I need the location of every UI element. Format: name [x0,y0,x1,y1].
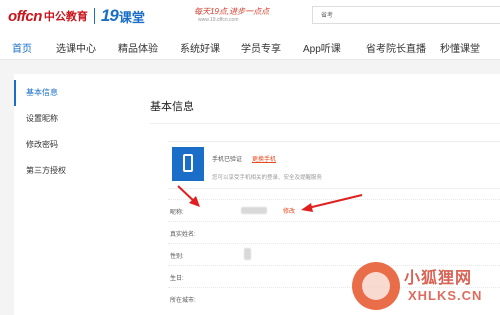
watermark: 小狐狸网 XHLKS.CN [352,258,500,315]
fox-logo-icon [352,262,400,310]
search-input[interactable]: 省考 [312,6,500,24]
sidebar-item-nickname[interactable]: 设置昵称 [14,106,136,132]
search-input-value: 省考 [321,13,334,19]
nav-item-system-courses[interactable]: 系统好课 [180,40,220,55]
nav-item-quick-class[interactable]: 秒懂课堂 [440,40,480,55]
header-slogan-url: www.19.offcn.com [198,17,239,23]
logo-ketang: 课堂 [118,9,145,25]
phone-description: 您可以享受手机相关的登录、安全及提醒服务 [212,175,323,181]
phone-verification-card: 手机已验证 更换手机 您可以享受手机相关的登录、安全及提醒服务 [168,141,500,189]
nav-item-live[interactable]: 省考院长直播 [366,40,426,55]
field-row-nickname: 昵称: 修改 [168,199,500,221]
nav-item-student-exclusive[interactable]: 学员专享 [241,40,281,55]
logo-brand-name: 中公教育 [43,11,88,23]
nav-item-trial[interactable]: 精品体验 [118,40,158,55]
logo-offcn: offcn [8,7,42,25]
site-logo[interactable]: offcn 中公教育 19 课堂 [8,6,145,26]
gender-value-redacted [244,248,251,260]
page-title: 基本信息 [150,101,194,113]
change-phone-link[interactable]: 更换手机 [252,154,276,163]
field-label-nickname: 昵称: [170,210,184,216]
logo-19: 19 [100,6,119,25]
nickname-value-redacted [241,207,267,214]
header-slogan: 每天19点,进步一点点 [194,7,270,16]
title-divider [150,123,500,124]
sidebar-item-basic-info[interactable]: 基本信息 [14,80,136,106]
nav-item-app[interactable]: App听课 [303,40,341,55]
sidebar-item-third-party[interactable]: 第三方授权 [14,158,136,184]
phone-icon [172,147,204,181]
field-label-city: 所在城市: [170,298,196,304]
field-label-gender: 性别: [170,254,184,260]
sidebar-item-password[interactable]: 修改密码 [14,132,136,158]
account-sidebar: 基本信息 设置昵称 修改密码 第三方授权 [14,74,136,315]
logo-divider [93,8,95,24]
field-label-birthday: 生日: [170,276,184,282]
watermark-cn-text: 小狐狸网 [404,270,473,287]
edit-nickname-link[interactable]: 修改 [283,206,295,215]
nav-item-course-center[interactable]: 选课中心 [56,40,96,55]
field-row-real-name: 真实姓名: [168,221,500,243]
site-header: offcn 中公教育 19 课堂 每天19点,进步一点点 www.19.offc… [0,0,500,32]
main-nav: 首页 选课中心 精品体验 系统好课 学员专享 App听课 省考院长直播 秒懂课堂 [0,32,500,60]
phone-verified-status: 手机已验证 [212,157,243,163]
nav-item-home[interactable]: 首页 [12,40,32,55]
field-label-real-name: 真实姓名: [170,232,196,238]
page: offcn 中公教育 19 课堂 每天19点,进步一点点 www.19.offc… [0,0,500,315]
watermark-en-text: XHLKS.CN [408,288,483,303]
